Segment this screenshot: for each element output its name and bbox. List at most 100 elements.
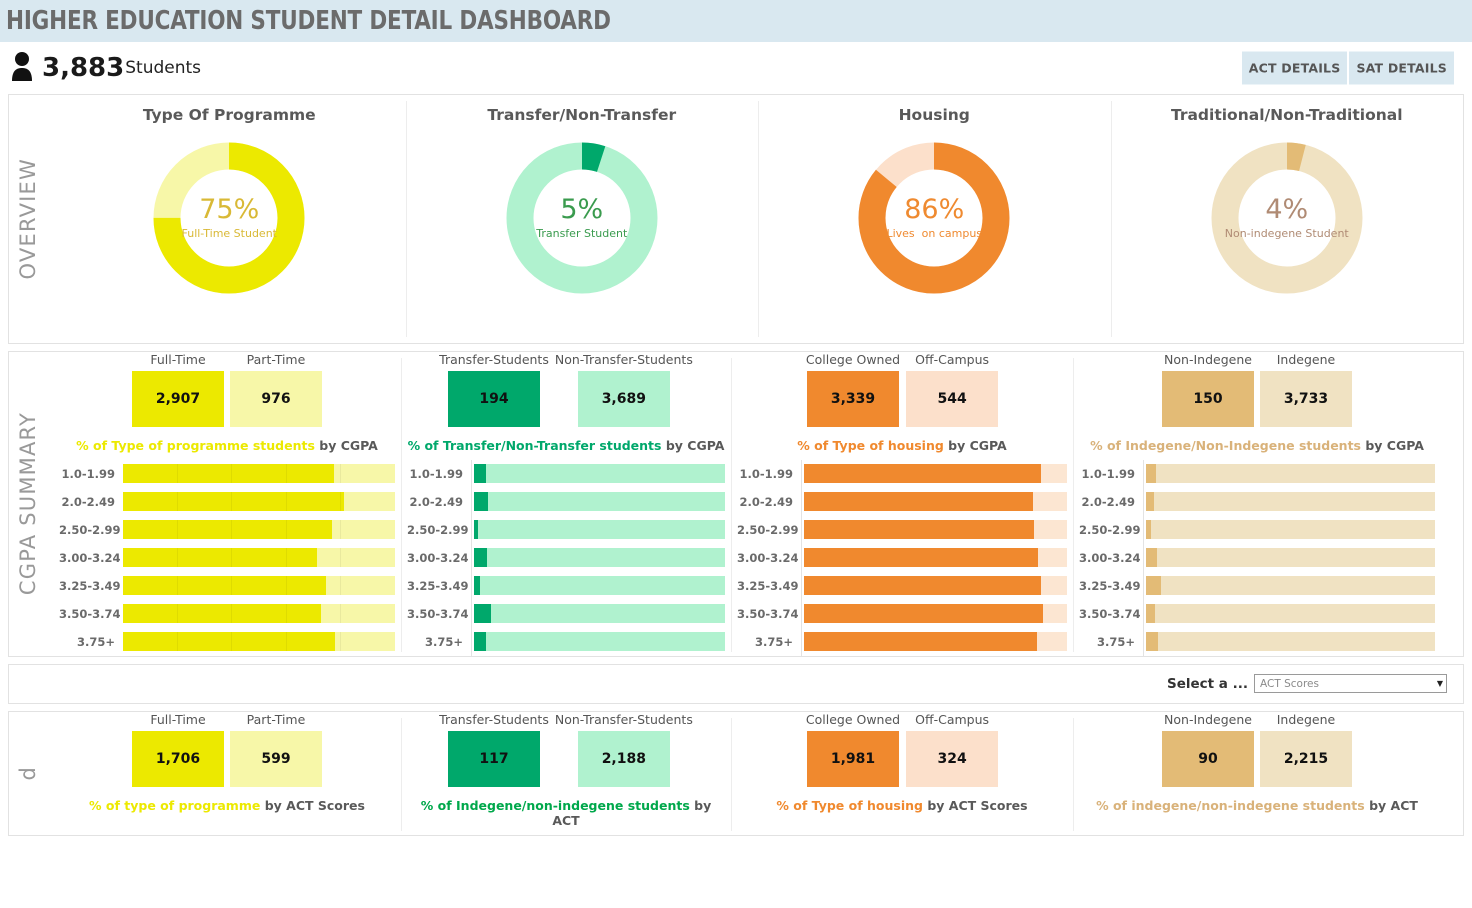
donut-title: Housing [898,106,970,124]
bar-row[interactable]: 3.00-3.24 [737,543,1067,572]
cgpa-section-label: CGPA SUMMARY [7,352,49,656]
donut-chart[interactable]: 86% Lives on campus [854,138,1014,298]
kpi-card[interactable]: Non-Transfer-Students 2,188 [555,712,693,787]
detail-buttons: ACT DETAILS SAT DETAILS [1241,51,1454,85]
bar-track [123,492,395,512]
bar-row[interactable]: 3.25-3.49 [407,571,725,600]
kpi-value: 3,733 [1260,371,1352,427]
bar-row[interactable]: 3.50-3.74 [737,599,1067,628]
bar-row[interactable]: 3.50-3.74 [1079,599,1435,628]
cgpa-summary-panel: CGPA SUMMARY Full-Time 2,907 Part-Time 976%… [8,351,1464,657]
bar-row[interactable]: 3.00-3.24 [59,544,395,572]
kpi-card[interactable]: Off-Campus 324 [906,712,999,787]
chart-subtitle: % of Indegene/Non-Indegene students by C… [1077,438,1437,454]
axis-line [471,571,472,600]
chart-subtitle-metric: % of indegene/non-indegene students [1096,797,1365,813]
chart-subtitle: % of Type of housing by CGPA [735,438,1069,454]
bar-row[interactable]: 3.75+ [737,627,1067,656]
axis-line [1143,515,1144,544]
bar-segment-secondary [1032,492,1067,512]
bar-row[interactable]: 1.0-1.99 [1079,459,1435,488]
kpi-card[interactable]: Part-Time 599 [230,712,322,787]
bar-track [123,464,395,484]
kpi-value: 194 [448,371,540,427]
kpi-card[interactable]: College Owned 1,981 [806,712,900,787]
bar-category-label: 3.00-3.24 [407,550,469,565]
bar-row[interactable]: 3.25-3.49 [737,571,1067,600]
bar-track [1146,464,1435,484]
bar-row[interactable]: 3.75+ [1079,627,1435,656]
act-details-button[interactable]: ACT DETAILS [1241,51,1348,85]
overview-section-label-text: OVERVIEW [16,158,40,280]
sat-details-button[interactable]: SAT DETAILS [1349,51,1454,85]
score-type-select-value: ACT Scores [1260,677,1319,690]
kpi-card[interactable]: Non-Indegene 90 [1162,712,1254,787]
chart-subtitle: % of Type of programme students by CGPA [57,438,397,454]
bar-row[interactable]: 3.50-3.74 [59,600,395,628]
bar-row[interactable]: 3.75+ [407,627,725,656]
bar-category-label: 2.0-2.49 [1081,494,1135,509]
bar-row[interactable]: 2.50-2.99 [737,515,1067,544]
bar-row[interactable]: 2.0-2.49 [737,487,1067,516]
kpi-label: College Owned [805,352,901,367]
cgpa-bar-chart-housing: 1.0-1.99 2.0-2.49 2.50-2.99 3.00-3.24 3.25-3… [735,459,1069,656]
kpi-card[interactable]: Indegene 3,733 [1260,352,1352,427]
scores-group-housing: College Owned 1,981 Off-Campus 324 % of Type… [731,712,1073,835]
kpi-card[interactable]: Indegene 2,215 [1260,712,1352,787]
axis-line [801,487,802,516]
bar-category-label: 1.0-1.99 [409,466,463,481]
kpi-card[interactable]: Full-Time 1,706 [132,712,224,787]
bar-row[interactable]: 3.50-3.74 [407,599,725,628]
kpi-card[interactable]: Non-Indegene 150 [1162,352,1254,427]
bar-row[interactable]: 2.0-2.49 [1079,487,1435,516]
kpi-card[interactable]: Off-Campus 544 [906,352,999,427]
donut-chart[interactable]: 4% Non-indegene Student [1207,138,1367,298]
cgpa-group-housing: College Owned 3,339 Off-Campus 544 % of Type… [731,352,1073,656]
bar-row[interactable]: 2.50-2.99 [407,515,725,544]
bar-row[interactable]: 1.0-1.99 [59,460,395,488]
bar-segment-secondary [321,604,395,624]
score-type-select[interactable]: ACT Scores ▼ [1254,674,1447,694]
axis-line [1143,627,1144,656]
bar-segment-primary [123,464,334,484]
kpi-card[interactable]: Part-Time 976 [230,352,322,427]
bar-row[interactable]: 2.0-2.49 [59,488,395,516]
bar-segment-primary [474,464,486,484]
chart-subtitle-metric: % of type of programme [89,797,261,813]
bar-category-label: 3.75+ [424,634,463,649]
kpi-card[interactable]: Non-Transfer-Students 3,689 [555,352,693,427]
cgpa-group-indegene: Non-Indegene 150 Indegene 3,733 % of Indegen… [1073,352,1441,656]
bar-row[interactable]: 2.50-2.99 [59,516,395,544]
kpi-card[interactable]: College Owned 3,339 [806,352,900,427]
kpi-card[interactable]: Transfer-Students 117 [439,712,549,787]
bar-segment-primary [804,548,1039,568]
bar-row[interactable]: 3.75+ [59,628,395,656]
kpi-label: Full-Time [150,711,206,727]
kpi-card[interactable]: Transfer-Students 194 [439,352,549,427]
scores-group-programme: Full-Time 1,706 Part-Time 599 % of type of p… [53,712,401,835]
bar-row[interactable]: 3.00-3.24 [407,543,725,572]
bar-row[interactable]: 3.00-3.24 [1079,543,1435,572]
bar-row[interactable]: 3.25-3.49 [1079,571,1435,600]
bar-category-label: 2.50-2.99 [59,522,121,537]
scores-section-label: d [7,712,49,835]
donut-chart[interactable]: 5% Transfer Student [502,138,662,298]
bar-track [804,604,1067,624]
donut-chart[interactable]: 75% Full-Time Student [149,138,309,298]
bar-category-label: 1.0-1.99 [1081,466,1135,481]
cgpa-metric-row: Full-Time 2,907 Part-Time 976 % of Type of p… [9,352,1463,656]
bar-segment-primary [1146,464,1156,484]
bar-row[interactable]: 1.0-1.99 [407,459,725,488]
bar-segment-secondary [491,604,725,624]
student-count-label: Students [125,58,202,78]
bar-row[interactable]: 2.0-2.49 [407,487,725,516]
bar-segment-secondary [485,464,725,484]
bar-category-label: 3.75+ [1096,634,1135,649]
bar-row[interactable]: 1.0-1.99 [737,459,1067,488]
bar-row[interactable]: 2.50-2.99 [1079,515,1435,544]
bar-segment-secondary [1158,632,1435,652]
bar-track [1146,548,1435,568]
kpi-card[interactable]: Full-Time 2,907 [132,352,224,427]
kpi-value: 1,706 [132,730,224,787]
bar-row[interactable]: 3.25-3.49 [59,572,395,600]
